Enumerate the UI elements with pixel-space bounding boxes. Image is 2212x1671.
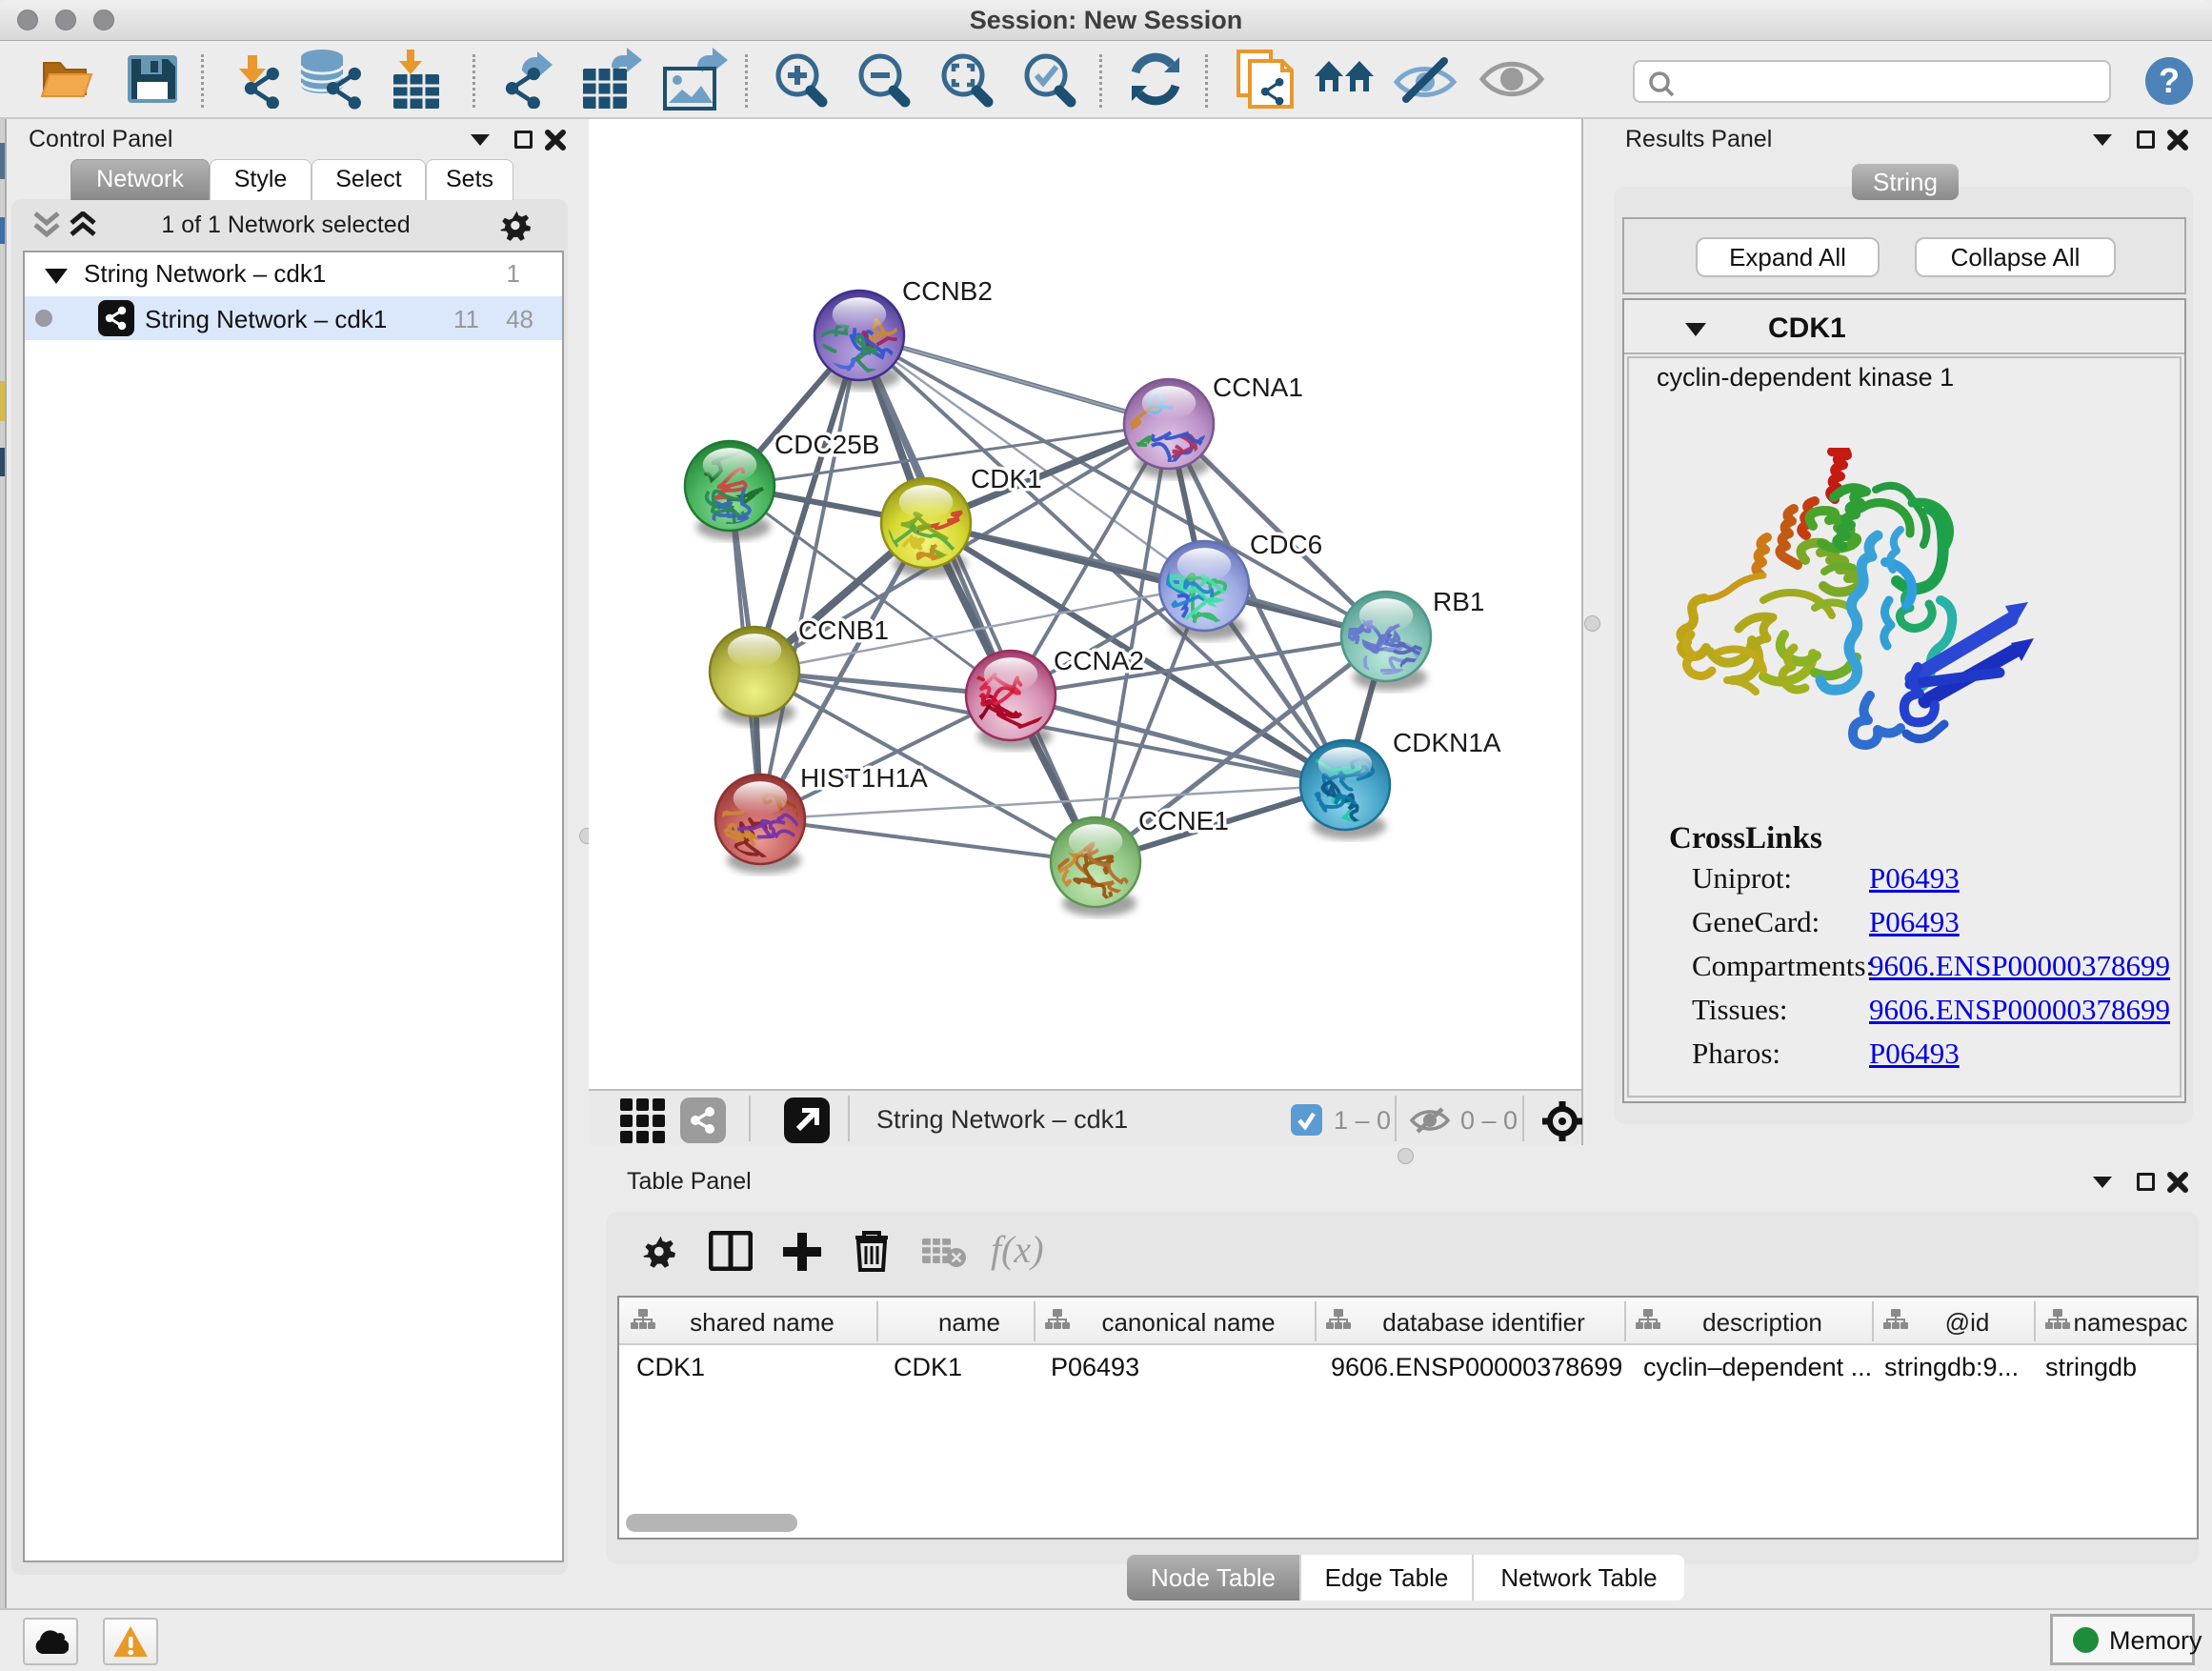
svg-text:CCNA2: CCNA2 bbox=[1054, 646, 1144, 675]
svg-text:CCNB1: CCNB1 bbox=[798, 615, 889, 645]
svg-text:CDKN1A: CDKN1A bbox=[1393, 728, 1501, 757]
svg-text:CDC6: CDC6 bbox=[1250, 530, 1322, 559]
svg-text:RB1: RB1 bbox=[1433, 587, 1484, 616]
svg-text:CCNB2: CCNB2 bbox=[902, 276, 993, 306]
svg-text:CDK1: CDK1 bbox=[971, 464, 1042, 493]
svg-text:CCNE1: CCNE1 bbox=[1138, 806, 1229, 836]
svg-text:CCNA1: CCNA1 bbox=[1213, 372, 1303, 402]
svg-text:HIST1H1A: HIST1H1A bbox=[800, 763, 928, 793]
svg-text:CDC25B: CDC25B bbox=[774, 430, 879, 459]
